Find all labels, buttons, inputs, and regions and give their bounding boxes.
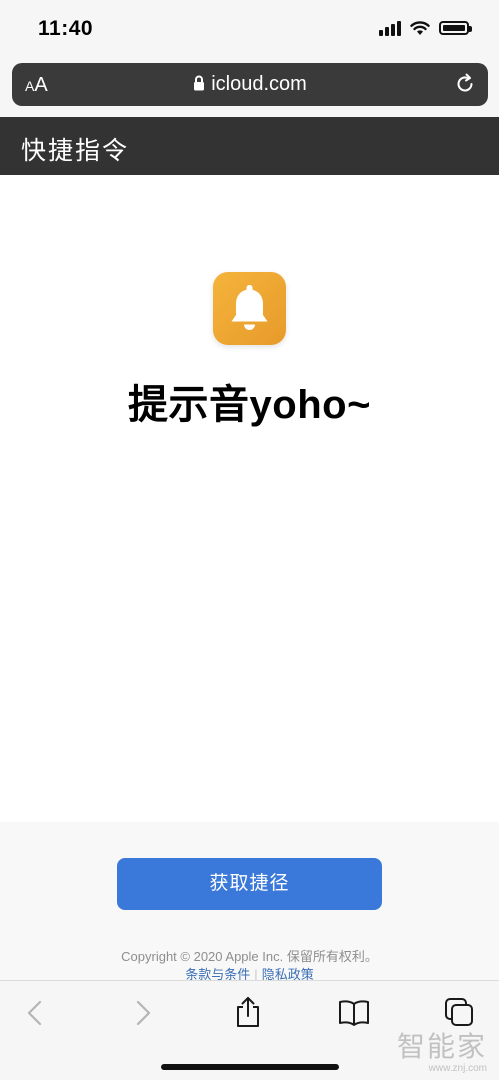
lock-icon — [194, 75, 205, 91]
status-time: 11:40 — [38, 17, 94, 40]
shortcut-icon — [213, 272, 286, 345]
wifi-icon — [410, 20, 430, 35]
book-icon[interactable] — [338, 999, 370, 1027]
reload-icon[interactable] — [454, 73, 476, 95]
footer: 获取捷径 Copyright © 2020 Apple Inc. 保留所有权利。… — [0, 822, 499, 982]
chevron-right-icon[interactable] — [130, 999, 154, 1027]
status-icons — [379, 20, 472, 36]
cellular-signal-icon — [379, 20, 401, 36]
url-display[interactable]: icloud.com — [12, 73, 488, 96]
home-indicator[interactable] — [161, 1064, 339, 1070]
chevron-left-icon[interactable] — [24, 999, 48, 1027]
page-title: 快捷指令 — [21, 137, 130, 165]
address-bar[interactable]: AA icloud.com — [12, 63, 488, 106]
copyright-text: Copyright © 2020 Apple Inc. 保留所有权利。 — [121, 949, 378, 964]
watermark-brand: 智能家 — [396, 1031, 487, 1062]
battery-icon — [439, 21, 472, 35]
url-text: icloud.com — [211, 73, 307, 95]
tabs-icon[interactable] — [444, 997, 474, 1027]
watermark: 智能家 www.znj.com — [397, 1025, 487, 1074]
shortcut-name: 提示音yoho~ — [128, 383, 371, 427]
status-bar: 11:40 — [0, 0, 499, 60]
bell-icon — [231, 285, 268, 330]
page-header: 快捷指令 — [0, 117, 499, 175]
get-shortcut-button[interactable]: 获取捷径 — [117, 858, 382, 910]
share-icon[interactable] — [234, 995, 262, 1029]
address-bar-area: AA icloud.com — [0, 60, 499, 117]
